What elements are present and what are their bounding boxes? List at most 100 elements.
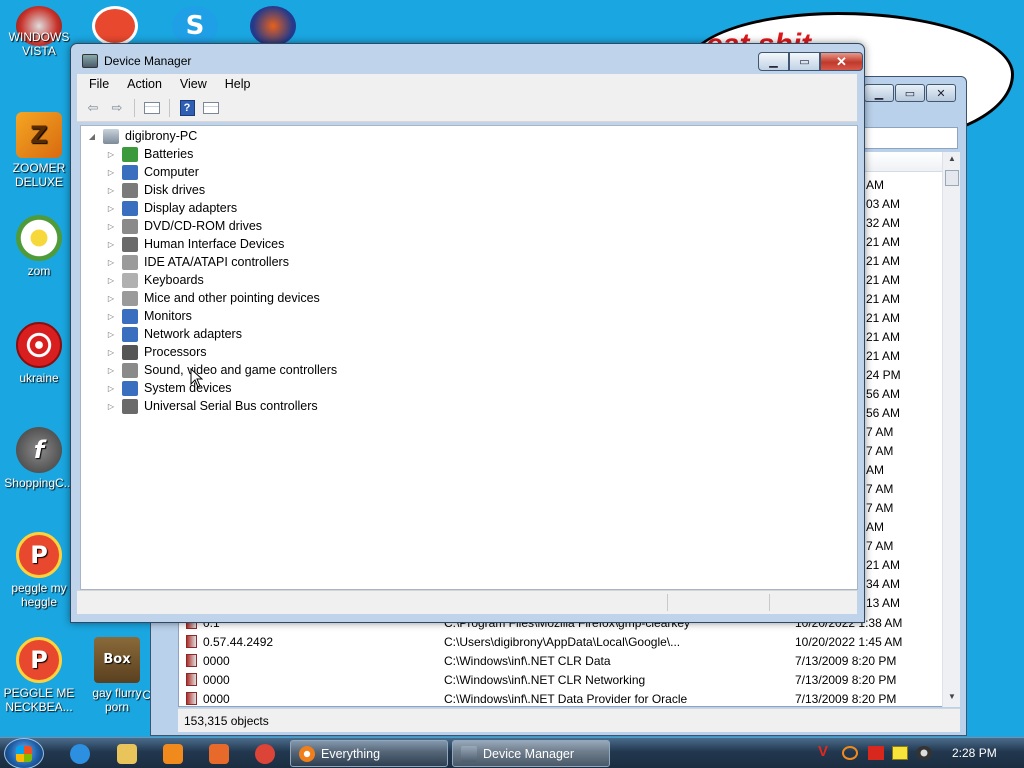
- start-button[interactable]: [4, 738, 44, 768]
- expand-arrow-icon[interactable]: ▷: [105, 186, 117, 195]
- tree-node[interactable]: ▷ Human Interface Devices: [105, 235, 284, 253]
- tree-node[interactable]: ▷ Keyboards: [105, 271, 204, 289]
- list-item[interactable]: 0.57.44.2492 C:\Users\digibrony\AppData\…: [186, 633, 936, 652]
- list-item[interactable]: 0000 C:\Windows\inf\.NET CLR Networking …: [186, 671, 936, 690]
- device-tree[interactable]: ◢ digibrony-PC ▷ Batteries ▷ Computer ▷ Disk …: [80, 125, 858, 590]
- result-time: 21 AM: [866, 273, 901, 287]
- tree-node[interactable]: ▷ Disk drives: [105, 181, 205, 199]
- expand-arrow-icon[interactable]: ▷: [105, 276, 117, 285]
- search-tray-icon[interactable]: [842, 746, 858, 760]
- desktop-icon-windows-vista[interactable]: WINDOWS VISTA: [3, 30, 75, 58]
- clock[interactable]: 2:28 PM: [952, 746, 997, 760]
- media-player-icon[interactable]: [163, 744, 183, 764]
- tree-node[interactable]: ▷ Display adapters: [105, 199, 237, 217]
- show-hide-tree-icon[interactable]: [142, 98, 162, 118]
- menu-action[interactable]: Action: [121, 77, 168, 91]
- desktop-icon-peggle-my-heggle[interactable]: P peggle my heggle: [3, 532, 75, 609]
- expand-arrow-icon[interactable]: ▷: [105, 150, 117, 159]
- notes-icon[interactable]: [892, 746, 908, 760]
- result-time: 56 AM: [866, 406, 901, 420]
- tree-node-label: Processors: [144, 345, 207, 359]
- tree-root[interactable]: ◢ digibrony-PC: [86, 127, 197, 145]
- tree-node[interactable]: ▷ Computer: [105, 163, 199, 181]
- internet-explorer-icon[interactable]: [70, 744, 90, 764]
- result-time: 7 AM: [866, 501, 894, 515]
- explorer-folder-icon[interactable]: [117, 744, 137, 764]
- tree-node[interactable]: ▷ System devices: [105, 379, 232, 397]
- maximize-button[interactable]: ▭: [789, 52, 820, 71]
- tree-node[interactable]: ▷ Monitors: [105, 307, 192, 325]
- scroll-down-arrow-icon[interactable]: ▼: [943, 692, 961, 701]
- scroll-thumb[interactable]: [945, 170, 959, 186]
- expand-arrow-icon[interactable]: ▷: [105, 384, 117, 393]
- v-icon[interactable]: V: [818, 743, 834, 760]
- expand-arrow-icon[interactable]: ▷: [105, 366, 117, 375]
- bg-maximize-button[interactable]: ▭: [895, 84, 925, 102]
- tree-node-label: Batteries: [144, 147, 194, 161]
- result-time: AM: [866, 178, 884, 192]
- speaker-tray-icon[interactable]: [916, 746, 932, 760]
- desktop-icon-zom[interactable]: zom: [3, 215, 75, 278]
- collapse-arrow-icon[interactable]: ◢: [86, 132, 98, 141]
- expand-arrow-icon[interactable]: ▷: [105, 312, 117, 321]
- vertical-scrollbar[interactable]: ▲ ▼: [942, 152, 960, 707]
- tree-node[interactable]: ▷ DVD/CD-ROM drives: [105, 217, 262, 235]
- back-arrow-icon[interactable]: ⇦: [83, 98, 103, 118]
- expand-arrow-icon[interactable]: ▷: [105, 348, 117, 357]
- tree-node[interactable]: ▷ Batteries: [105, 145, 193, 163]
- tree-node-label: Monitors: [144, 309, 192, 323]
- mouse-cursor-icon: [190, 368, 203, 388]
- paint-icon[interactable]: [209, 744, 229, 764]
- expand-arrow-icon[interactable]: ▷: [105, 258, 117, 267]
- expand-arrow-icon[interactable]: ▷: [105, 240, 117, 249]
- tree-node-label: Display adapters: [144, 201, 238, 215]
- forward-arrow-icon[interactable]: ⇨: [107, 98, 127, 118]
- expand-arrow-icon[interactable]: ▷: [105, 294, 117, 303]
- tree-node[interactable]: ▷ Mice and other pointing devices: [105, 289, 320, 307]
- title-bar[interactable]: Device Manager: [82, 52, 191, 70]
- desktop-icon-zoomer-deluxe[interactable]: Z ZOOMER DELUXE: [3, 112, 75, 189]
- globe-top-icon[interactable]: [250, 6, 296, 46]
- expand-arrow-icon[interactable]: ▷: [105, 204, 117, 213]
- bg-close-button[interactable]: ✕: [926, 84, 956, 102]
- taskbar-button-everything[interactable]: Everything: [290, 740, 448, 767]
- expand-arrow-icon[interactable]: ▷: [105, 222, 117, 231]
- chrome-icon[interactable]: [255, 744, 275, 764]
- result-time: 21 AM: [866, 254, 901, 268]
- zoomer-icon: Z: [16, 112, 62, 158]
- taskbar-button-device-manager[interactable]: Device Manager: [452, 740, 610, 767]
- tree-node[interactable]: ▷ Processors: [105, 343, 207, 361]
- peggle-top-icon[interactable]: [92, 6, 138, 46]
- list-item[interactable]: 0000 C:\Windows\inf\.NET CLR Data 7/13/2…: [186, 652, 936, 671]
- expand-arrow-icon[interactable]: ▷: [105, 330, 117, 339]
- menu-view[interactable]: View: [174, 77, 213, 91]
- taskbar-button-label: Everything: [321, 746, 381, 761]
- list-item[interactable]: 0000 C:\Windows\inf\.NET Data Provider f…: [186, 690, 936, 709]
- scroll-up-arrow-icon[interactable]: ▲: [943, 154, 961, 163]
- tree-node-label: DVD/CD-ROM drives: [144, 219, 263, 233]
- tree-node[interactable]: ▷ Sound, video and game controllers: [105, 361, 337, 379]
- tree-node-label: Keyboards: [144, 273, 204, 287]
- properties-icon[interactable]: [201, 98, 221, 118]
- tree-node[interactable]: ▷ Network adapters: [105, 325, 242, 343]
- desktop-icon-shopping[interactable]: f ShoppingC...: [3, 427, 75, 490]
- close-button[interactable]: ✕: [820, 52, 863, 71]
- desktop-icon-ukraine[interactable]: ukraine: [3, 322, 75, 385]
- device-manager-window[interactable]: Device Manager ▁ ▭ ✕ File Action View He…: [70, 43, 865, 623]
- menu-file[interactable]: File: [83, 77, 115, 91]
- expand-arrow-icon[interactable]: ▷: [105, 402, 117, 411]
- flag-icon[interactable]: [868, 746, 884, 760]
- desktop-icon-peggle-me-neckbeard[interactable]: P PEGGLE ME NECKBEA...: [3, 637, 75, 714]
- expand-arrow-icon[interactable]: ▷: [105, 168, 117, 177]
- desktop-icon-gay-flurry[interactable]: Box gay flurry porn: [81, 637, 153, 714]
- bg-minimize-button[interactable]: ▁: [864, 84, 894, 102]
- tree-node[interactable]: ▷ Universal Serial Bus controllers: [105, 397, 318, 415]
- tree-node[interactable]: ▷ IDE ATA/ATAPI controllers: [105, 253, 289, 271]
- everything-search-input[interactable]: [864, 127, 958, 149]
- menu-help[interactable]: Help: [219, 77, 257, 91]
- minimize-button[interactable]: ▁: [758, 52, 789, 71]
- taskbar: Everything Device Manager V 2:28 PM: [0, 737, 1024, 768]
- help-icon[interactable]: ?: [177, 98, 197, 118]
- column-header[interactable]: [864, 152, 942, 172]
- skype-top-icon[interactable]: S: [172, 6, 218, 46]
